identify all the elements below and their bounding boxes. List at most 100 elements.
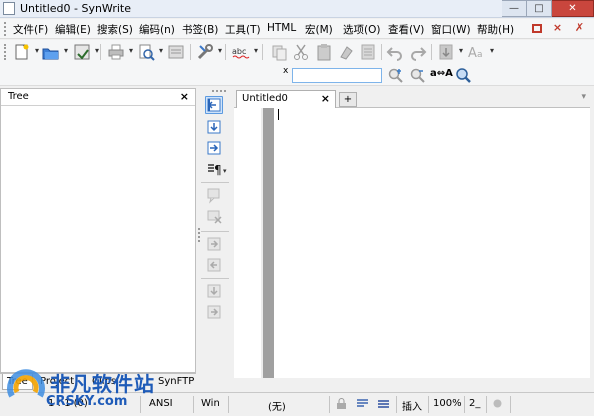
- status-separator: [228, 396, 229, 413]
- status-lexer[interactable]: (无): [268, 398, 286, 413]
- toolbar-separator: [190, 44, 191, 60]
- side-separator: [201, 278, 229, 279]
- svg-text:▾: ▾: [223, 167, 227, 175]
- close-button[interactable]: ✕: [552, 0, 594, 17]
- redo-icon[interactable]: [409, 43, 427, 61]
- mdi-controls: × ✗: [532, 21, 586, 35]
- page-setup-icon[interactable]: [167, 43, 185, 61]
- match-case-toggle[interactable]: a⇔A: [430, 68, 453, 79]
- comment-icon[interactable]: [205, 186, 223, 204]
- tree-panel: Tree ×: [0, 88, 196, 373]
- fold-left-icon[interactable]: [205, 96, 223, 114]
- status-separator: [428, 396, 429, 413]
- status-separator: [486, 396, 487, 413]
- status-separator: [140, 396, 141, 413]
- fold-right-icon[interactable]: [205, 139, 223, 157]
- panel-tab-project[interactable]: Project: [40, 376, 74, 387]
- menu-options[interactable]: 选项(O): [343, 22, 380, 37]
- search-options-icon[interactable]: [455, 67, 472, 84]
- tree-panel-close-icon[interactable]: ×: [180, 90, 189, 103]
- document-tabstrip: Untitled0 × + ▾: [234, 88, 590, 108]
- main-toolbar: abc Aa: [0, 40, 594, 64]
- svg-text:abc: abc: [232, 47, 246, 56]
- side-toolbar-grip: [212, 90, 226, 92]
- menu-help[interactable]: 帮助(H): [477, 22, 514, 37]
- menu-edit[interactable]: 编辑(E): [55, 22, 91, 37]
- tab-list-dropdown-icon[interactable]: ▾: [581, 92, 586, 102]
- app-icon: [3, 2, 15, 15]
- find-prev-icon[interactable]: [409, 67, 426, 84]
- fold-gutter: [263, 108, 274, 378]
- select-all-icon[interactable]: [359, 43, 377, 61]
- menu-window[interactable]: 窗口(W): [431, 22, 471, 37]
- panel-tab-synftp[interactable]: SynFTP: [158, 376, 194, 387]
- status-insert-mode[interactable]: 插入: [402, 398, 422, 413]
- move-lines-down-icon[interactable]: [205, 282, 223, 300]
- status-line-ending[interactable]: Win: [201, 398, 220, 409]
- paragraph-marks-icon[interactable]: ¶ ▾: [205, 160, 229, 178]
- menu-search[interactable]: 搜索(S): [97, 22, 133, 37]
- svg-text:A: A: [468, 46, 477, 61]
- readonly-lock-icon[interactable]: [336, 398, 347, 409]
- print-preview-icon[interactable]: [137, 43, 163, 61]
- menu-view[interactable]: 查看(V): [388, 22, 424, 37]
- menu-tools[interactable]: 工具(T): [225, 22, 261, 37]
- clear-icon[interactable]: [337, 43, 355, 61]
- selection-mode-icon[interactable]: [378, 398, 389, 409]
- side-separator: [201, 182, 229, 183]
- editor-area: Untitled0 × + ▾: [234, 88, 590, 378]
- mdi-close-all-icon[interactable]: ✗: [573, 21, 586, 35]
- maximize-button[interactable]: □: [527, 0, 552, 17]
- paste-icon[interactable]: [315, 43, 333, 61]
- font-size-icon[interactable]: Aa: [468, 43, 494, 61]
- menu-file[interactable]: 文件(F): [13, 22, 48, 37]
- search-close[interactable]: x: [283, 66, 288, 76]
- move-lines-icon[interactable]: [205, 303, 223, 321]
- open-file-icon[interactable]: [42, 43, 68, 61]
- text-editor[interactable]: [274, 108, 590, 378]
- status-zoom[interactable]: 100%: [433, 398, 462, 409]
- tools-icon[interactable]: [196, 43, 222, 61]
- find-next-icon[interactable]: [387, 67, 404, 84]
- search-input[interactable]: [292, 68, 382, 83]
- panel-tab-tree[interactable]: Tree: [2, 374, 33, 390]
- undo-icon[interactable]: [386, 43, 404, 61]
- word-wrap-icon[interactable]: [357, 398, 368, 409]
- tab-label: Untitled0: [242, 93, 288, 104]
- toolbar-separator: [225, 44, 226, 60]
- tab-untitled0[interactable]: Untitled0 ×: [236, 90, 336, 108]
- toolbar-separator: [381, 44, 382, 60]
- spellcheck-icon[interactable]: abc: [232, 43, 258, 61]
- panel-tab-clips[interactable]: Clips: [92, 376, 116, 387]
- tab-close-icon[interactable]: ×: [321, 92, 330, 105]
- status-encoding[interactable]: ANSI: [149, 398, 173, 409]
- indent-icon[interactable]: [437, 43, 463, 61]
- menu-html[interactable]: HTML: [267, 22, 296, 34]
- toolbar-grip: [4, 44, 7, 60]
- mdi-restore-icon[interactable]: [532, 24, 542, 33]
- menu-macros[interactable]: 宏(M): [305, 22, 333, 37]
- window-controls: — □ ✕: [502, 0, 594, 18]
- copy-format-icon[interactable]: [270, 43, 288, 61]
- svg-text:¶: ¶: [214, 163, 222, 177]
- status-tab-size[interactable]: 2_: [469, 398, 480, 409]
- cut-icon[interactable]: [292, 43, 310, 61]
- search-toolbar: x a⇔A: [0, 64, 594, 86]
- uncomment-icon[interactable]: [205, 208, 223, 226]
- minimize-button[interactable]: —: [502, 0, 527, 17]
- panel-tabs: Tree Project Clips SynFTP: [0, 373, 196, 391]
- menubar-grip: [4, 22, 7, 36]
- print-icon[interactable]: [107, 43, 133, 61]
- menu-encoding[interactable]: 编码(n): [139, 22, 175, 37]
- fold-down-icon[interactable]: [205, 118, 223, 136]
- new-tab-button[interactable]: +: [339, 92, 357, 107]
- status-separator: [329, 396, 330, 413]
- menu-bookmarks[interactable]: 书签(B): [182, 22, 218, 37]
- status-position: 1 : 1 (0): [48, 398, 88, 409]
- indent-block-icon[interactable]: [205, 235, 223, 253]
- mdi-close-icon[interactable]: ×: [551, 21, 564, 35]
- unindent-block-icon[interactable]: [205, 256, 223, 274]
- status-separator: [510, 396, 511, 413]
- new-file-icon[interactable]: [13, 43, 39, 61]
- save-file-icon[interactable]: [73, 43, 99, 61]
